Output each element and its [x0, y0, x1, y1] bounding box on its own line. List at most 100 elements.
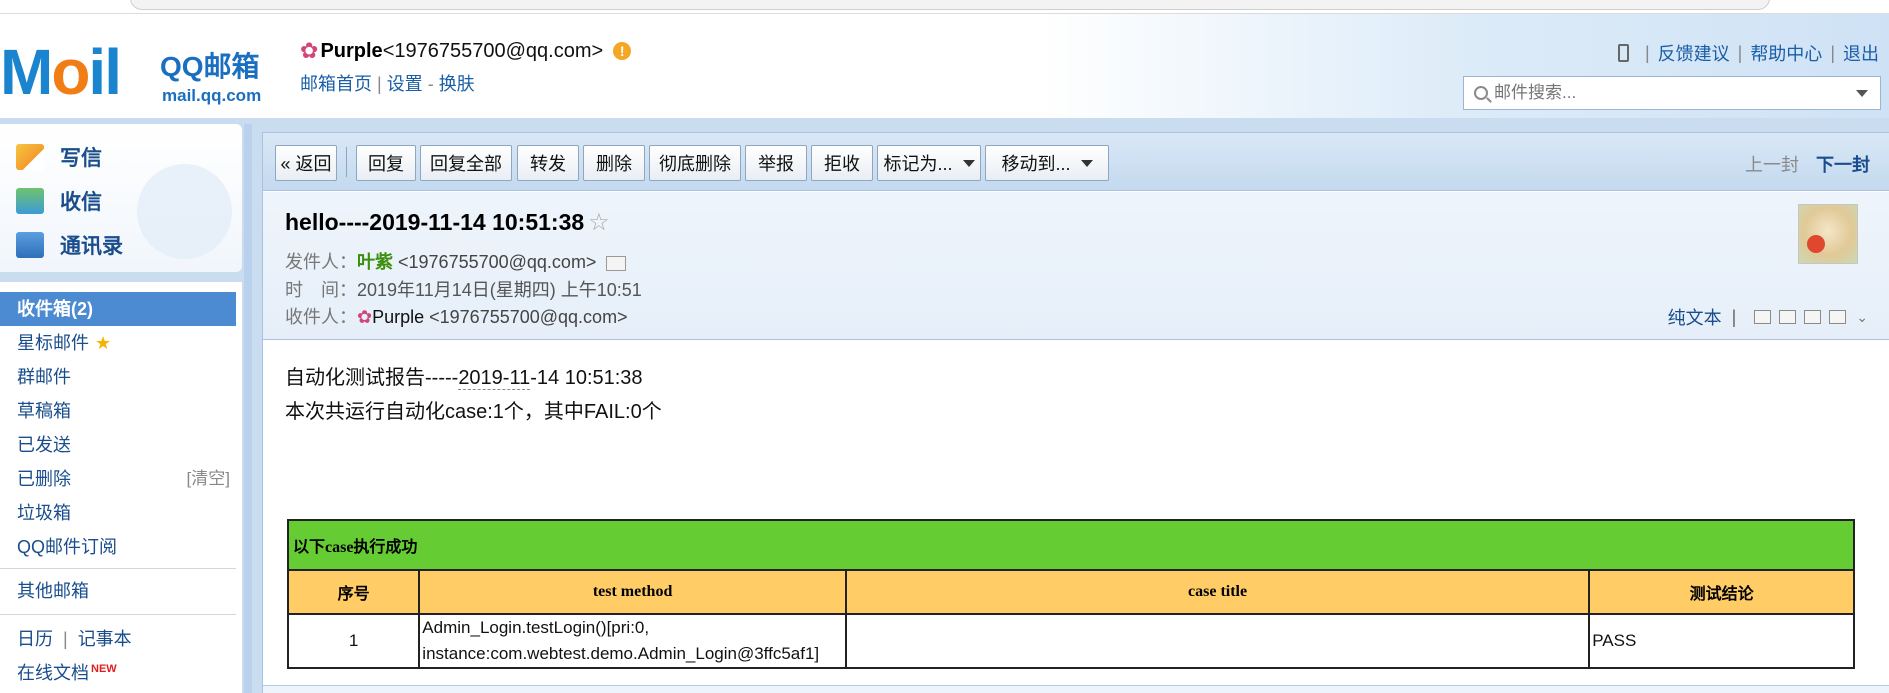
folder-deleted[interactable]: 已删除 [清空] — [0, 462, 236, 496]
folder-label: 其他邮箱 — [17, 581, 89, 601]
time-value: 2019年11月14日(星期四) 上午10:51 — [357, 280, 642, 300]
folder-other-mailboxes[interactable]: 其他邮箱 — [0, 574, 236, 608]
address-bar[interactable] — [130, 0, 1770, 10]
move-to-label: 移动到... — [1001, 154, 1071, 174]
mark-as-dropdown[interactable]: 标记为... — [877, 145, 981, 181]
reject-button[interactable]: 拒收 — [811, 145, 873, 181]
logout-link[interactable]: 退出 — [1843, 40, 1879, 66]
contacts-label: 通讯录 — [60, 235, 123, 258]
folder-label: 已发送 — [17, 435, 71, 455]
folder-online-docs[interactable]: 在线文档 NEW — [0, 652, 236, 686]
calendar-link[interactable]: 日历 — [17, 629, 53, 649]
toolbar-divider — [346, 147, 347, 177]
folder-starred[interactable]: 星标邮件 ★ — [0, 326, 236, 360]
receive-label: 收信 — [60, 191, 102, 214]
subject-text: hello----2019-11-14 10:51:38 — [285, 209, 585, 235]
reply-all-button[interactable]: 回复全部 — [420, 145, 512, 181]
col-result-header: 测试结论 — [1588, 569, 1855, 615]
chevron-down-icon[interactable] — [1856, 89, 1868, 97]
col-method-header: test method — [418, 569, 847, 615]
view-options: 纯文本 | ⌄ — [1668, 304, 1868, 330]
folder-subscriptions[interactable]: QQ邮件订阅 — [0, 530, 236, 564]
receive-button[interactable]: 收信 — [16, 186, 102, 216]
compose-button[interactable]: 写信 — [16, 142, 102, 172]
folder-divider — [0, 614, 236, 615]
recipient-label: 收件人： — [285, 307, 357, 327]
sender-avatar[interactable] — [1798, 204, 1858, 264]
phone-icon[interactable] — [1617, 44, 1629, 62]
reply-button[interactable]: 回复 — [356, 145, 416, 181]
sender-email: <1976755700@qq.com> — [398, 252, 597, 272]
time-label: 时 间： — [285, 280, 357, 300]
next-mail-link[interactable]: 下一封 — [1816, 155, 1870, 175]
previous-mail-link[interactable]: 上一封 — [1745, 155, 1799, 175]
settings-link[interactable]: 设置 — [387, 74, 423, 94]
search-input[interactable] — [1494, 83, 1856, 103]
new-window-icon[interactable] — [1754, 310, 1772, 324]
mail-header: hello----2019-11-14 10:51:38 ☆ 发件人：叶紫 <19… — [263, 192, 1889, 340]
report-button[interactable]: 举报 — [745, 145, 807, 181]
notes-link[interactable]: 记事本 — [78, 629, 132, 649]
qq-mail-logo[interactable]: Moil QQ邮箱 mail.qq.com — [0, 34, 270, 114]
report-caption: 以下case执行成功 — [287, 519, 1855, 571]
fullscreen-icon[interactable] — [1779, 310, 1797, 324]
body-line-1-prefix: 自动化测试报告----- — [285, 367, 459, 389]
row-title — [844, 613, 1591, 669]
plain-text-link[interactable]: 纯文本 — [1668, 304, 1722, 330]
flower-icon: ✿ — [300, 38, 319, 63]
body-line-1-date[interactable]: 2019-11 — [458, 367, 531, 390]
folder-sent[interactable]: 已发送 — [0, 428, 236, 462]
sender-name[interactable]: 叶紫 — [357, 252, 393, 272]
account-nickname: Purple — [320, 39, 383, 62]
sidebar-splitter[interactable] — [244, 124, 252, 693]
back-button[interactable]: « 返回 — [275, 145, 337, 181]
chevron-down-icon — [962, 159, 975, 167]
folder-label: 群邮件 — [17, 367, 71, 387]
folder-label: 在线文档 — [17, 663, 89, 683]
mail-search-box[interactable] — [1463, 76, 1881, 110]
folder-group-mail[interactable]: 群邮件 — [0, 360, 236, 394]
folder-spam[interactable]: 垃圾箱 — [0, 496, 236, 530]
folder-inbox[interactable]: 收件箱(2) — [0, 292, 236, 326]
clear-trash-link[interactable]: [清空] — [187, 462, 230, 496]
calendar-notes-row: 日历 | 记事本 — [17, 629, 132, 649]
row-method: Admin_Login.testLogin()[pri:0, instance:c… — [418, 613, 847, 669]
row-method-line-2: instance:com.webtest.demo.Admin_Login@3f… — [422, 644, 820, 663]
body-line-1-suffix: -14 10:51:38 — [530, 367, 643, 389]
warning-icon[interactable]: ! — [613, 42, 632, 60]
browser-address-strip — [0, 0, 1889, 14]
col-index-header: 序号 — [286, 569, 421, 615]
col-title-header: case title — [844, 569, 1591, 615]
help-center-link[interactable]: 帮助中心 — [1750, 40, 1822, 66]
delete-permanently-button[interactable]: 彻底删除 — [649, 145, 741, 181]
feedback-link[interactable]: 反馈建议 — [1658, 40, 1730, 66]
row-method-line-1: Admin_Login.testLogin()[pri:0, — [422, 618, 650, 637]
mailbox-home-link[interactable]: 邮箱首页 — [300, 74, 372, 94]
avatar-ball — [1807, 235, 1825, 253]
move-to-dropdown[interactable]: 移动到... — [985, 145, 1109, 181]
write-icon — [16, 144, 44, 170]
forward-button[interactable]: 转发 — [517, 145, 579, 181]
row-index: 1 — [286, 613, 421, 669]
download-icon[interactable] — [1804, 310, 1822, 324]
star-outline-icon[interactable]: ☆ — [588, 209, 610, 236]
recipient-row: 收件人：✿Purple <1976755700@qq.com> — [285, 303, 628, 329]
change-skin-link[interactable]: 换肤 — [439, 74, 475, 94]
recipient-name[interactable]: Purple — [372, 307, 424, 327]
logo-brand: QQ邮箱 — [160, 51, 260, 82]
mail-body: 自动化测试报告-----2019-11-14 10:51:38 本次共运行自动化… — [285, 361, 1865, 429]
body-line-2: 本次共运行自动化case:1个，其中FAIL:0个 — [285, 401, 662, 423]
folder-label: 收件箱(2) — [17, 299, 93, 319]
folder-drafts[interactable]: 草稿箱 — [0, 394, 236, 428]
logo-mail-letters: Moil — [0, 36, 122, 108]
print-icon[interactable] — [1829, 310, 1847, 324]
delete-button[interactable]: 删除 — [583, 145, 645, 181]
search-icon — [1474, 86, 1488, 100]
panel-footer — [263, 685, 1889, 693]
contact-card-icon[interactable] — [606, 255, 627, 271]
quick-actions: 写信 收信 通讯录 — [0, 124, 242, 272]
contacts-button[interactable]: 通讯录 — [16, 230, 123, 260]
chevron-down-icon[interactable]: ⌄ — [1856, 309, 1868, 326]
row-result: PASS — [1588, 613, 1855, 669]
mail-pager: 上一封 下一封 — [1745, 151, 1870, 177]
